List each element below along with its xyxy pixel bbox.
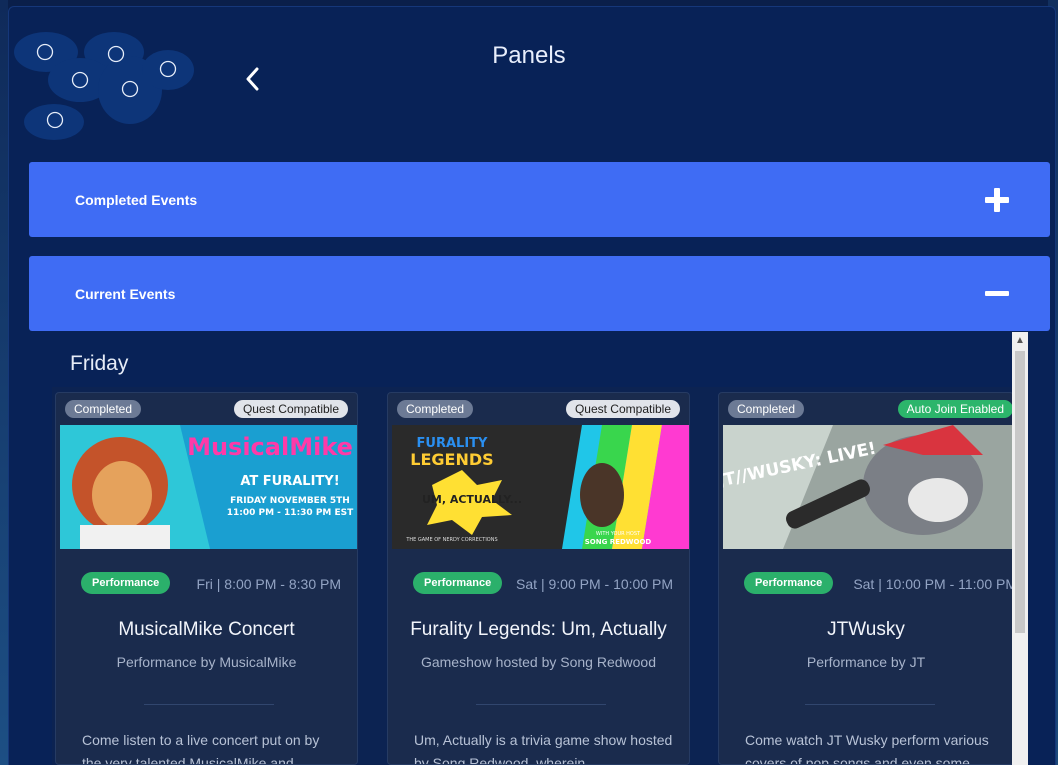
- banner-text: LEGENDS: [410, 450, 493, 469]
- banner-text: FURALITY: [417, 436, 488, 451]
- minus-icon[interactable]: [984, 281, 1010, 307]
- event-subtitle: Performance by JT: [806, 654, 926, 670]
- accordion-current-events[interactable]: Current Events: [29, 256, 1050, 331]
- day-heading: Friday: [70, 352, 129, 375]
- compat-badge: Quest Compatible: [233, 400, 348, 418]
- event-card[interactable]: Completed Auto Join Enabled JT//WUSKY: L…: [718, 392, 1014, 765]
- event-card[interactable]: Completed Quest Compatible FURALITY LEGE…: [387, 392, 690, 765]
- event-time: Sat | 9:00 PM - 10:00 PM: [516, 576, 673, 592]
- accordion-label: Current Events: [75, 286, 176, 302]
- page-title: Panels: [492, 42, 566, 69]
- event-description: Um, Actually is a trivia game show hoste…: [414, 732, 673, 765]
- compat-badge: Quest Compatible: [565, 400, 680, 418]
- status-badge: Completed: [397, 400, 474, 418]
- status-badge: Completed: [65, 400, 142, 418]
- compat-badge: Auto Join Enabled: [897, 400, 1013, 418]
- divider: [805, 704, 935, 705]
- event-time: Sat | 10:00 PM - 11:00 PM: [853, 576, 1014, 592]
- event-card[interactable]: Completed Quest Compatible MusicalMike A…: [55, 392, 358, 765]
- event-title: MusicalMike Concert: [118, 619, 295, 640]
- event-subtitle: Performance by MusicalMike: [116, 654, 297, 670]
- accordion-label: Completed Events: [75, 192, 198, 208]
- banner-text: AT FURALITY!: [240, 474, 339, 489]
- event-title: Furality Legends: Um, Actually: [410, 619, 667, 640]
- scrollbar[interactable]: ▲: [1012, 332, 1028, 765]
- banner-text: MusicalMike: [187, 433, 353, 461]
- banner-text: UM, ACTUALLY...: [422, 493, 522, 506]
- event-banner-image: FURALITY LEGENDS UM, ACTUALLY... THE GAM…: [392, 425, 689, 549]
- event-banner-image: MusicalMike AT FURALITY! FRIDAY NOVEMBER…: [60, 425, 357, 549]
- banner-text: SONG REDWOOD: [585, 538, 652, 546]
- event-description: Come watch JT Wusky perform various cove…: [745, 732, 989, 765]
- event-time: Fri | 8:00 PM - 8:30 PM: [196, 576, 341, 592]
- scrollbar-thumb[interactable]: [1015, 351, 1025, 633]
- banner-text: WITH YOUR HOST: [596, 531, 641, 537]
- event-description: Come listen to a live concert put on by …: [82, 732, 320, 765]
- plus-icon[interactable]: [984, 187, 1010, 213]
- category-tag: Performance: [744, 572, 834, 594]
- accordion-completed-events[interactable]: Completed Events: [29, 162, 1050, 237]
- category-tag: Performance: [81, 572, 171, 594]
- scroll-up-arrow-icon[interactable]: ▲: [1012, 332, 1028, 350]
- divider: [476, 704, 606, 705]
- banner-text: THE GAME OF NERDY CORRECTIONS: [405, 537, 497, 543]
- divider: [144, 704, 274, 705]
- event-subtitle: Gameshow hosted by Song Redwood: [420, 654, 657, 670]
- banner-text: 11:00 PM - 11:30 PM EST: [227, 508, 354, 518]
- background-left-edge: [0, 0, 8, 765]
- event-title: JTWusky: [827, 619, 905, 640]
- category-tag: Performance: [413, 572, 503, 594]
- event-banner-image: JT//WUSKY: LIVE!: [723, 425, 1013, 549]
- banner-text: FRIDAY NOVEMBER 5TH: [230, 496, 350, 506]
- status-badge: Completed: [728, 400, 805, 418]
